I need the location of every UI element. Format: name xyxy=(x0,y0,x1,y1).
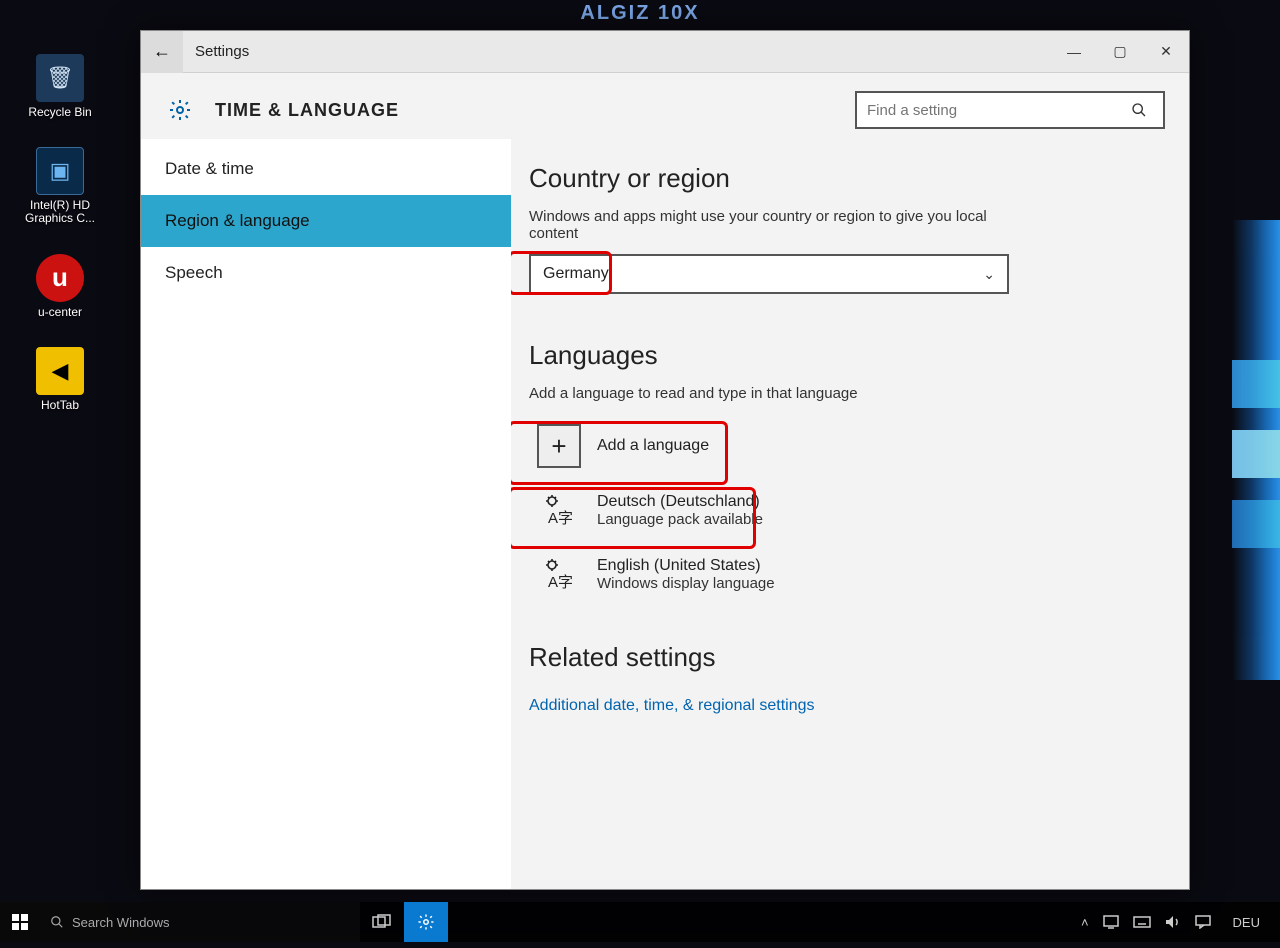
desktop-icon-label: u-center xyxy=(38,306,82,319)
region-selected-value: Germany xyxy=(543,265,609,283)
trash-icon: 🗑 xyxy=(36,54,84,102)
plus-icon: + xyxy=(537,424,581,468)
tray-volume-icon[interactable] xyxy=(1165,915,1181,929)
content-pane: Country or region Windows and apps might… xyxy=(511,139,1189,889)
section-header: TIME & LANGUAGE xyxy=(141,73,1189,139)
hottab-icon: ◀ xyxy=(36,347,84,395)
taskbar-app-settings[interactable] xyxy=(404,902,448,942)
system-tray: ˄ DEU xyxy=(1069,915,1280,930)
tray-keyboard-icon[interactable] xyxy=(1133,916,1151,928)
desktop-icon-intel-graphics[interactable]: ▣ Intel(R) HD Graphics C... xyxy=(0,143,120,229)
sidebar-item-speech[interactable]: Speech xyxy=(141,247,511,299)
minimize-button[interactable]: — xyxy=(1051,31,1097,73)
language-icon: A字 xyxy=(537,552,581,596)
related-settings-link[interactable]: Additional date, time, & regional settin… xyxy=(529,697,815,714)
language-status: Windows display language xyxy=(597,575,775,592)
languages-heading: Languages xyxy=(529,340,1155,371)
language-status: Language pack available xyxy=(597,511,763,528)
sidebar-item-date-time[interactable]: Date & time xyxy=(141,143,511,195)
tray-language-indicator[interactable]: DEU xyxy=(1225,915,1268,930)
language-icon: A字 xyxy=(537,488,581,532)
desktop-icons: 🗑 Recycle Bin ▣ Intel(R) HD Graphics C..… xyxy=(0,50,120,436)
add-language-label: Add a language xyxy=(597,437,709,455)
u-center-icon: u xyxy=(36,254,84,302)
search-icon xyxy=(50,915,64,929)
task-view-button[interactable] xyxy=(360,902,404,942)
desktop-icon-label: Recycle Bin xyxy=(28,106,91,119)
gear-icon xyxy=(165,95,195,125)
settings-search[interactable] xyxy=(855,91,1165,129)
device-bezel-label: ALGIZ 10X xyxy=(0,2,1280,25)
windows-icon xyxy=(12,914,28,930)
window-title: Settings xyxy=(183,43,249,60)
taskbar-search-placeholder: Search Windows xyxy=(72,915,170,930)
svg-text:A字: A字 xyxy=(548,510,573,527)
desktop-icon-recycle-bin[interactable]: 🗑 Recycle Bin xyxy=(0,50,120,123)
gear-icon xyxy=(417,913,435,931)
languages-description: Add a language to read and type in that … xyxy=(529,385,1009,402)
desktop-icon-u-center[interactable]: u u-center xyxy=(0,250,120,323)
settings-window: ← Settings — ▢ ✕ TIME & LANGUAGE Date & … xyxy=(140,30,1190,890)
taskbar-search[interactable]: Search Windows xyxy=(40,902,360,942)
desktop-icon-label: Intel(R) HD Graphics C... xyxy=(25,199,95,225)
wallpaper-edge xyxy=(1232,220,1280,680)
section-title: TIME & LANGUAGE xyxy=(215,100,399,121)
maximize-button[interactable]: ▢ xyxy=(1097,31,1143,73)
sidebar: Date & time Region & language Speech xyxy=(141,139,511,889)
related-heading: Related settings xyxy=(529,642,1155,673)
region-dropdown[interactable]: Germany ⌄ xyxy=(529,254,1009,294)
search-icon xyxy=(1131,102,1153,118)
tray-chevron-up-icon[interactable]: ˄ xyxy=(1081,915,1089,930)
taskbar: Search Windows ˄ DEU xyxy=(0,902,1280,942)
region-heading: Country or region xyxy=(529,163,1155,194)
start-button[interactable] xyxy=(0,902,40,942)
tray-action-center-icon[interactable] xyxy=(1195,915,1211,929)
close-button[interactable]: ✕ xyxy=(1143,31,1189,73)
language-name: Deutsch (Deutschland) xyxy=(597,493,763,511)
language-item-english[interactable]: A字 English (United States) Windows displ… xyxy=(529,542,1155,606)
search-input[interactable] xyxy=(867,102,1131,119)
tray-network-icon[interactable] xyxy=(1103,915,1119,929)
region-description: Windows and apps might use your country … xyxy=(529,208,1009,242)
desktop-icon-hottab[interactable]: ◀ HotTab xyxy=(0,343,120,416)
chip-icon: ▣ xyxy=(36,147,84,195)
task-view-icon xyxy=(372,914,392,930)
back-button[interactable]: ← xyxy=(141,31,183,73)
svg-text:A字: A字 xyxy=(548,574,573,591)
titlebar: ← Settings — ▢ ✕ xyxy=(141,31,1189,73)
chevron-down-icon: ⌄ xyxy=(983,266,995,283)
add-language-button[interactable]: + Add a language xyxy=(529,414,1155,478)
language-item-deutsch[interactable]: A字 Deutsch (Deutschland) Language pack a… xyxy=(529,478,1155,542)
desktop-icon-label: HotTab xyxy=(41,399,79,412)
sidebar-item-region-language[interactable]: Region & language xyxy=(141,195,511,247)
language-name: English (United States) xyxy=(597,557,775,575)
